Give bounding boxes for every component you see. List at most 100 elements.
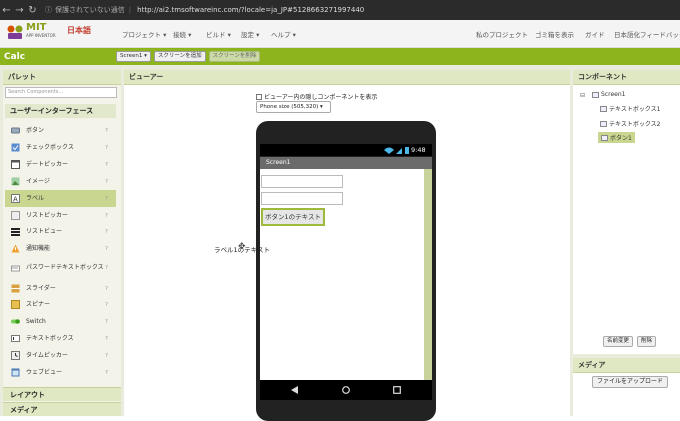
palette-item-label: スピナー [26,300,51,308]
palette-item-switch[interactable]: Switch ? [5,313,116,330]
help-icon[interactable]: ? [105,370,113,376]
palette-item-checkbox[interactable]: チェックボックス ? [5,139,116,156]
forward-icon[interactable]: → [13,5,26,16]
button-icon [11,126,20,135]
palette-item-password[interactable]: *** パスワードテキストボックス ? [5,257,116,279]
textbox-icon [11,334,20,343]
link-guide[interactable]: ガイド [585,29,605,39]
palette-item-label: デートピッカー [26,160,69,168]
palette-item-label: 通知機能 [26,244,51,252]
palette-category-layout[interactable]: レイアウト [3,387,121,401]
palette-item-label-component[interactable]: A ラベル ? [5,190,116,207]
help-icon[interactable]: ? [105,162,113,168]
add-screen-button[interactable]: スクリーンを追加 [153,51,206,62]
palette-item-timepicker[interactable]: タイムピッカー ? [5,347,116,364]
palette-item-datepicker[interactable]: デートピッカー ? [5,156,116,173]
nav-back-icon[interactable] [291,386,299,394]
palette-item-image[interactable]: イメージ ? [5,173,116,190]
tree-node-button1[interactable]: ボタン1 [598,132,635,143]
logo-sub-text: APP INVENTOR [26,33,56,38]
listpicker-icon [11,211,20,220]
textbox-icon [600,105,607,112]
mock-button-1[interactable]: ボタン1のテキスト [261,208,325,226]
help-icon[interactable]: ? [105,353,113,359]
timepicker-icon [11,351,20,360]
address-bar[interactable]: ⓘ 保護されていない通信 | http://ai2.tmsoftwareinc.… [45,5,364,15]
screen-scrollbar[interactable] [424,169,432,380]
help-icon[interactable]: ? [105,196,113,202]
help-icon[interactable]: ? [105,265,113,271]
spinner-icon [11,300,20,309]
link-trash[interactable]: ゴミ箱を表示 [535,29,574,39]
project-name: Calc [4,51,26,62]
palette-item-label: パスワードテキストボックス [26,264,104,271]
menu-build[interactable]: ビルド ▾ [206,29,231,39]
slider-icon [11,284,20,293]
palette-item-label: ラベル [26,194,45,202]
menu-help[interactable]: ヘルプ ▾ [271,29,296,39]
palette-category-ui[interactable]: ユーザーインターフェース [5,104,116,118]
palette-item-spinner[interactable]: スピナー ? [5,296,116,313]
delete-button[interactable]: 削除 [637,336,657,347]
palette-title: パレット [3,70,121,85]
tree-node-label: ボタン1 [610,135,632,142]
remove-screen-button[interactable]: スクリーンを削除 [208,51,261,62]
signal-battery-icon [384,147,409,154]
menu-connect[interactable]: 接続 ▾ [173,29,191,39]
rename-button[interactable]: 名前変更 [603,336,634,347]
upload-file-button[interactable]: ファイルをアップロード [592,376,669,388]
palette-category-media[interactable]: メディア [3,402,121,416]
app-header: MIT APP INVENTOR 日本語 プロジェクト ▾ 接続 ▾ ビルド ▾… [0,20,680,48]
dragged-label-component[interactable]: ラベル1のテキスト ✥ [214,242,270,254]
url-text[interactable]: http://ai2.tmsoftwareinc.com/?locale=ja_… [137,6,364,14]
help-icon[interactable]: ? [105,179,113,185]
hidden-components-checkbox[interactable] [256,93,262,100]
help-icon[interactable]: ? [105,246,113,252]
reload-icon[interactable]: ↻ [26,5,39,16]
help-icon[interactable]: ? [105,145,113,151]
nav-home-icon[interactable] [342,386,350,394]
phone-size-select[interactable]: Phone size (505,320) ▾ [256,101,331,113]
help-icon[interactable]: ? [105,286,113,292]
mock-textbox-1[interactable] [261,175,343,188]
help-icon[interactable]: ? [105,213,113,219]
palette-search-input[interactable]: Search Components... [5,87,117,98]
nav-recents-icon[interactable] [393,386,401,394]
help-icon[interactable]: ? [105,229,113,235]
tree-node-textbox2[interactable]: テキストボックス2 [600,119,660,128]
svg-text:A: A [13,196,18,204]
phone-nav-bar [260,380,432,400]
collapse-icon[interactable]: ⊟ [580,92,585,99]
help-icon[interactable]: ? [105,319,113,325]
datepicker-icon [11,160,20,169]
palette-item-slider[interactable]: スライダー ? [5,280,116,297]
help-icon[interactable]: ? [105,336,113,342]
menu-settings[interactable]: 設定 ▾ [241,29,259,39]
security-status: 保護されていない通信 [55,6,125,14]
media-title: メディア [573,358,680,373]
palette-item-textbox[interactable]: テキストボックス ? [5,330,116,347]
link-feedback[interactable]: 日本語化フィードバック [614,29,680,39]
webviewer-icon [11,368,20,377]
viewer-title: ビューアー [124,70,570,85]
menu-project[interactable]: プロジェクト ▾ [122,29,166,39]
palette-item-label: Switch [26,317,46,325]
screen-select[interactable]: Screen1 ▾ [116,51,151,62]
tree-node-textbox1[interactable]: テキストボックス1 [600,104,660,113]
palette-item-webviewer[interactable]: ウェブビュー ? [5,364,116,381]
link-my-projects[interactable]: 私のプロジェクト [476,29,528,39]
phone-status-bar: 9:48 [260,144,432,156]
palette-item-listpicker[interactable]: リストピッカー ? [5,207,116,224]
mock-textbox-2[interactable] [261,192,343,205]
warning-icon: ⓘ [45,6,52,14]
palette-item-listview[interactable]: リストビュー ? [5,223,116,240]
hidden-components-toggle[interactable]: ビューアー内の隠しコンポーネントを表示 [256,92,377,101]
palette-item-label: リストピッカー [26,211,69,219]
help-icon[interactable]: ? [105,302,113,308]
tree-node-screen1[interactable]: Screen1 [592,91,625,98]
back-icon[interactable]: ← [0,5,13,16]
palette-item-notifier[interactable]: 通知機能 ? [5,240,116,257]
palette-item-button[interactable]: ボタン ? [5,122,116,139]
help-icon[interactable]: ? [105,128,113,134]
logo-language-text: 日本語 [67,26,91,35]
